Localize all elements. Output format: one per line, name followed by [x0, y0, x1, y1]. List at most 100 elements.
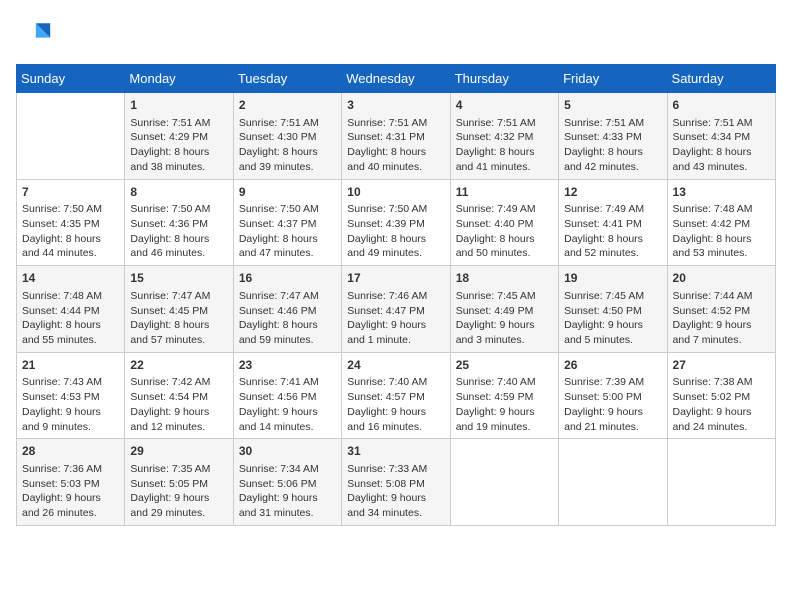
day-info: Sunrise: 7:38 AMSunset: 5:02 PMDaylight:… — [673, 375, 770, 434]
day-info: Sunrise: 7:49 AMSunset: 4:40 PMDaylight:… — [456, 202, 553, 261]
calendar-cell: 4 Sunrise: 7:51 AMSunset: 4:32 PMDaylight… — [450, 93, 558, 180]
calendar-cell: 8Sunrise: 7:50 AMSunset: 4:36 PMDaylight… — [125, 179, 233, 266]
day-info: Sunrise: 7:51 AMSunset: 4:34 PMDaylight:… — [673, 116, 770, 175]
week-row-0: 1 Sunrise: 7:51 AMSunset: 4:29 PMDaylight… — [17, 93, 776, 180]
header-row: SundayMondayTuesdayWednesdayThursdayFrid… — [17, 65, 776, 93]
day-number: 31 — [347, 443, 444, 460]
calendar-cell: 3Sunrise: 7:51 AMSunset: 4:31 PMDaylight… — [342, 93, 450, 180]
day-info: Sunrise: 7:51 AMSunset: 4:32 PMDaylight:… — [456, 116, 553, 175]
day-number: 18 — [456, 270, 553, 287]
day-info: Sunrise: 7:50 AMSunset: 4:37 PMDaylight:… — [239, 202, 336, 261]
day-number: 13 — [673, 184, 770, 201]
calendar-cell — [667, 439, 775, 526]
calendar-cell: 12Sunrise: 7:49 AMSunset: 4:41 PMDayligh… — [559, 179, 667, 266]
day-number: 11 — [456, 184, 553, 201]
calendar-cell: 16Sunrise: 7:47 AMSunset: 4:46 PMDayligh… — [233, 266, 341, 353]
day-info: Sunrise: 7:40 AMSunset: 4:59 PMDaylight:… — [456, 375, 553, 434]
day-info: Sunrise: 7:48 AMSunset: 4:42 PMDaylight:… — [673, 202, 770, 261]
day-number: 21 — [22, 357, 119, 374]
day-info: Sunrise: 7:36 AMSunset: 5:03 PMDaylight:… — [22, 462, 119, 521]
week-row-3: 21Sunrise: 7:43 AMSunset: 4:53 PMDayligh… — [17, 352, 776, 439]
header-day-sunday: Sunday — [17, 65, 125, 93]
day-info: Sunrise: 7:51 AMSunset: 4:30 PMDaylight:… — [239, 116, 336, 175]
day-number: 1 — [130, 97, 227, 114]
day-info: Sunrise: 7:43 AMSunset: 4:53 PMDaylight:… — [22, 375, 119, 434]
day-number: 30 — [239, 443, 336, 460]
header-day-monday: Monday — [125, 65, 233, 93]
day-info: Sunrise: 7:47 AMSunset: 4:46 PMDaylight:… — [239, 289, 336, 348]
day-info: Sunrise: 7:35 AMSunset: 5:05 PMDaylight:… — [130, 462, 227, 521]
calendar-body: 1 Sunrise: 7:51 AMSunset: 4:29 PMDaylight… — [17, 93, 776, 526]
day-info: Sunrise: 7:50 AMSunset: 4:35 PMDaylight:… — [22, 202, 119, 261]
calendar-cell: 1 Sunrise: 7:51 AMSunset: 4:29 PMDaylight… — [125, 93, 233, 180]
day-number: 7 — [22, 184, 119, 201]
calendar-table: SundayMondayTuesdayWednesdayThursdayFrid… — [16, 64, 776, 526]
calendar-cell: 18 Sunrise: 7:45 AMSunset: 4:49 PMDayligh… — [450, 266, 558, 353]
day-info: Sunrise: 7:49 AMSunset: 4:41 PMDaylight:… — [564, 202, 661, 261]
calendar-cell — [559, 439, 667, 526]
calendar-cell: 22Sunrise: 7:42 AMSunset: 4:54 PMDayligh… — [125, 352, 233, 439]
day-number: 17 — [347, 270, 444, 287]
day-number: 8 — [130, 184, 227, 201]
day-info: Sunrise: 7:44 AMSunset: 4:52 PMDaylight:… — [673, 289, 770, 348]
calendar-cell: 27Sunrise: 7:38 AMSunset: 5:02 PMDayligh… — [667, 352, 775, 439]
calendar-cell: 14Sunrise: 7:48 AMSunset: 4:44 PMDayligh… — [17, 266, 125, 353]
logo — [16, 16, 56, 52]
day-number: 4 — [456, 97, 553, 114]
day-number: 12 — [564, 184, 661, 201]
day-number: 9 — [239, 184, 336, 201]
calendar-cell — [450, 439, 558, 526]
calendar-cell: 30Sunrise: 7:34 AMSunset: 5:06 PMDayligh… — [233, 439, 341, 526]
day-info: Sunrise: 7:51 AMSunset: 4:29 PMDaylight:… — [130, 116, 227, 175]
day-number: 10 — [347, 184, 444, 201]
day-number: 28 — [22, 443, 119, 460]
day-info: Sunrise: 7:51 AMSunset: 4:33 PMDaylight:… — [564, 116, 661, 175]
calendar-cell: 7Sunrise: 7:50 AMSunset: 4:35 PMDaylight… — [17, 179, 125, 266]
calendar-cell: 28 Sunrise: 7:36 AMSunset: 5:03 PMDayligh… — [17, 439, 125, 526]
calendar-cell — [17, 93, 125, 180]
calendar-cell: 19Sunrise: 7:45 AMSunset: 4:50 PMDayligh… — [559, 266, 667, 353]
day-number: 29 — [130, 443, 227, 460]
calendar-cell: 15 Sunrise: 7:47 AMSunset: 4:45 PMDayligh… — [125, 266, 233, 353]
week-row-2: 14Sunrise: 7:48 AMSunset: 4:44 PMDayligh… — [17, 266, 776, 353]
calendar-cell: 13Sunrise: 7:48 AMSunset: 4:42 PMDayligh… — [667, 179, 775, 266]
day-info: Sunrise: 7:46 AMSunset: 4:47 PMDaylight:… — [347, 289, 444, 348]
day-number: 15 — [130, 270, 227, 287]
logo-icon — [16, 16, 52, 52]
day-number: 5 — [564, 97, 661, 114]
calendar-cell: 11Sunrise: 7:49 AMSunset: 4:40 PMDayligh… — [450, 179, 558, 266]
day-number: 24 — [347, 357, 444, 374]
week-row-1: 7Sunrise: 7:50 AMSunset: 4:35 PMDaylight… — [17, 179, 776, 266]
calendar-cell: 29 Sunrise: 7:35 AMSunset: 5:05 PMDayligh… — [125, 439, 233, 526]
day-number: 22 — [130, 357, 227, 374]
calendar-cell: 23Sunrise: 7:41 AMSunset: 4:56 PMDayligh… — [233, 352, 341, 439]
day-info: Sunrise: 7:47 AMSunset: 4:45 PMDaylight:… — [130, 289, 227, 348]
calendar-cell: 26Sunrise: 7:39 AMSunset: 5:00 PMDayligh… — [559, 352, 667, 439]
day-info: Sunrise: 7:48 AMSunset: 4:44 PMDaylight:… — [22, 289, 119, 348]
day-number: 6 — [673, 97, 770, 114]
day-number: 25 — [456, 357, 553, 374]
header-day-wednesday: Wednesday — [342, 65, 450, 93]
day-info: Sunrise: 7:42 AMSunset: 4:54 PMDaylight:… — [130, 375, 227, 434]
calendar-cell: 17 Sunrise: 7:46 AMSunset: 4:47 PMDayligh… — [342, 266, 450, 353]
calendar-cell: 9Sunrise: 7:50 AMSunset: 4:37 PMDaylight… — [233, 179, 341, 266]
header-day-tuesday: Tuesday — [233, 65, 341, 93]
header-day-saturday: Saturday — [667, 65, 775, 93]
day-info: Sunrise: 7:41 AMSunset: 4:56 PMDaylight:… — [239, 375, 336, 434]
day-info: Sunrise: 7:50 AMSunset: 4:36 PMDaylight:… — [130, 202, 227, 261]
day-info: Sunrise: 7:45 AMSunset: 4:49 PMDaylight:… — [456, 289, 553, 348]
day-info: Sunrise: 7:39 AMSunset: 5:00 PMDaylight:… — [564, 375, 661, 434]
calendar-header: SundayMondayTuesdayWednesdayThursdayFrid… — [17, 65, 776, 93]
day-info: Sunrise: 7:40 AMSunset: 4:57 PMDaylight:… — [347, 375, 444, 434]
page-header — [16, 16, 776, 52]
calendar-cell: 24Sunrise: 7:40 AMSunset: 4:57 PMDayligh… — [342, 352, 450, 439]
calendar-cell: 6 Sunrise: 7:51 AMSunset: 4:34 PMDaylight… — [667, 93, 775, 180]
header-day-thursday: Thursday — [450, 65, 558, 93]
day-info: Sunrise: 7:33 AMSunset: 5:08 PMDaylight:… — [347, 462, 444, 521]
day-info: Sunrise: 7:50 AMSunset: 4:39 PMDaylight:… — [347, 202, 444, 261]
calendar-cell: 5 Sunrise: 7:51 AMSunset: 4:33 PMDaylight… — [559, 93, 667, 180]
day-info: Sunrise: 7:45 AMSunset: 4:50 PMDaylight:… — [564, 289, 661, 348]
day-number: 26 — [564, 357, 661, 374]
calendar-cell: 10Sunrise: 7:50 AMSunset: 4:39 PMDayligh… — [342, 179, 450, 266]
day-number: 2 — [239, 97, 336, 114]
